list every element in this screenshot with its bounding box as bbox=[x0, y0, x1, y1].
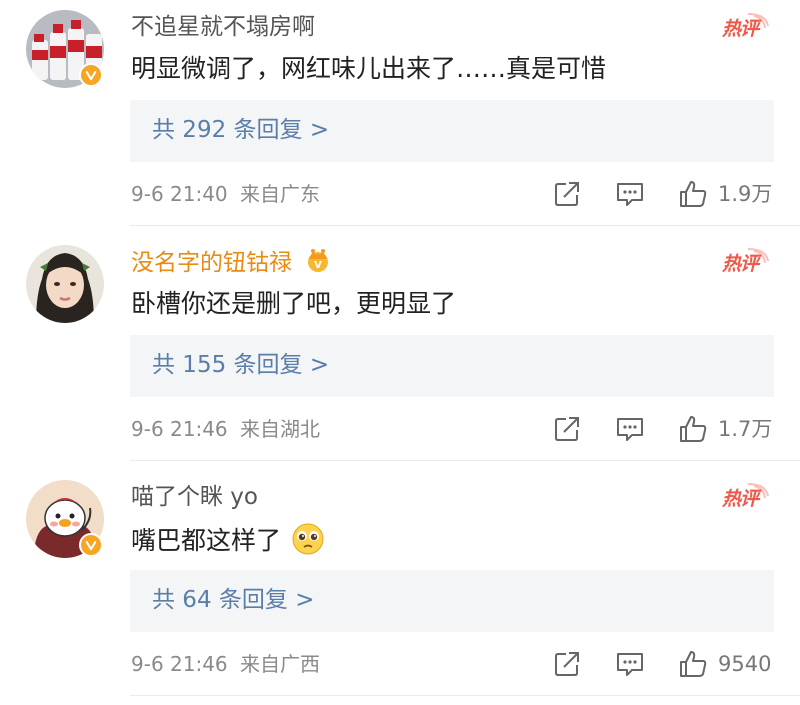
location: 来自广西 bbox=[240, 652, 321, 676]
username[interactable]: 喵了个眯 yo bbox=[131, 482, 258, 512]
divider bbox=[130, 460, 800, 461]
timestamp: 9-6 21:46 bbox=[131, 652, 228, 676]
hot-comment-badge: 热评 bbox=[720, 12, 770, 42]
divider bbox=[130, 225, 800, 226]
hot-comment-badge: 热评 bbox=[720, 247, 770, 277]
comment-item-2: 没名字的钮钴禄 V 热评 卧槽你还是删了吧，更明显了 共 155 条回复 > 9… bbox=[0, 235, 800, 470]
like-count: 1.9万 bbox=[718, 182, 773, 206]
comment-item-3: 喵了个眯 yo 热评 嘴巴都这样了 共 64 条回复 > 9-6 21:46 来… bbox=[0, 470, 800, 705]
verified-badge-icon bbox=[79, 63, 103, 87]
location: 来自广东 bbox=[240, 182, 321, 206]
verified-badge-icon bbox=[79, 533, 103, 557]
timestamp: 9-6 21:40 bbox=[131, 182, 228, 206]
comment-text: 嘴巴都这样了 bbox=[131, 522, 325, 565]
comment-text: 明显微调了，网红味儿出来了……真是可惜 bbox=[131, 54, 607, 83]
like-count: 9540 bbox=[718, 652, 772, 676]
replies-count: 共 155 条回复 > bbox=[152, 352, 330, 378]
avatar[interactable] bbox=[26, 245, 104, 323]
comment-footer: 9-6 21:46 来自湖北 1.7万 bbox=[0, 413, 800, 447]
share-icon[interactable] bbox=[552, 179, 582, 209]
hot-comment-badge: 热评 bbox=[720, 482, 770, 512]
comment-item-1: 不追星就不塌房啊 热评 明显微调了，网红味儿出来了……真是可惜 共 292 条回… bbox=[0, 0, 800, 235]
comment-meta: 9-6 21:46 来自湖北 bbox=[131, 415, 320, 443]
svg-text:V: V bbox=[314, 260, 322, 271]
comment-icon[interactable] bbox=[615, 179, 645, 209]
pleading-face-emoji bbox=[291, 522, 325, 565]
comment-footer: 9-6 21:46 来自广西 9540 bbox=[0, 648, 800, 682]
comment-meta: 9-6 21:46 来自广西 bbox=[131, 650, 320, 678]
comment-text: 卧槽你还是删了吧，更明显了 bbox=[131, 289, 457, 318]
replies-link[interactable]: 共 64 条回复 > bbox=[130, 570, 774, 632]
like-icon[interactable] bbox=[678, 649, 708, 679]
like-icon[interactable] bbox=[678, 179, 708, 209]
like-icon[interactable] bbox=[678, 414, 708, 444]
comment-meta: 9-6 21:40 来自广东 bbox=[131, 180, 320, 208]
divider bbox=[130, 695, 800, 696]
username[interactable]: 不追星就不塌房啊 bbox=[131, 12, 315, 42]
replies-count: 共 292 条回复 > bbox=[152, 117, 330, 143]
replies-link[interactable]: 共 155 条回复 > bbox=[130, 335, 774, 397]
comment-footer: 9-6 21:40 来自广东 1.9万 bbox=[0, 178, 800, 212]
replies-link[interactable]: 共 292 条回复 > bbox=[130, 100, 774, 162]
location: 来自湖北 bbox=[240, 417, 321, 441]
comment-icon[interactable] bbox=[615, 414, 645, 444]
comment-icon[interactable] bbox=[615, 649, 645, 679]
replies-count: 共 64 条回复 > bbox=[152, 587, 315, 613]
crown-icon: V bbox=[303, 247, 333, 281]
share-icon[interactable] bbox=[552, 414, 582, 444]
share-icon[interactable] bbox=[552, 649, 582, 679]
timestamp: 9-6 21:46 bbox=[131, 417, 228, 441]
like-count: 1.7万 bbox=[718, 417, 773, 441]
username[interactable]: 没名字的钮钴禄 V bbox=[131, 247, 333, 281]
